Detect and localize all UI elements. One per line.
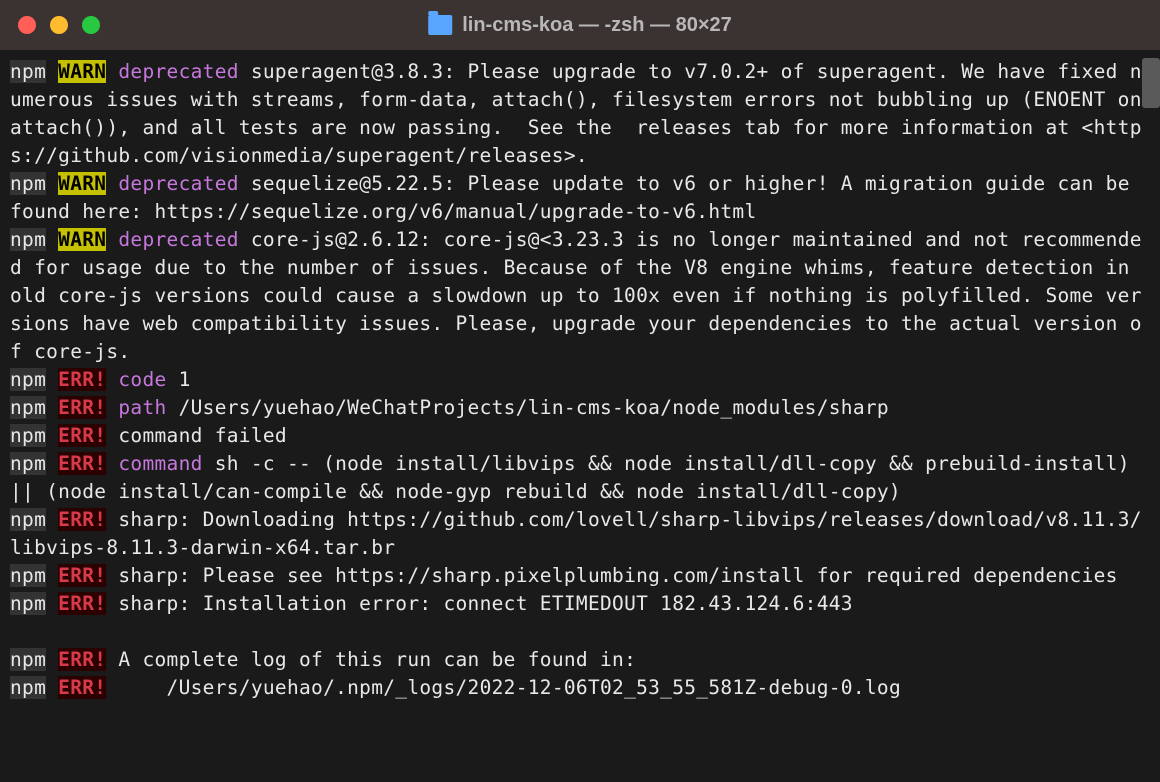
err-badge: ERR! <box>58 564 106 587</box>
warn-badge: WARN <box>58 228 106 251</box>
window-title: lin-cms-koa — -zsh — 80×27 <box>462 14 732 37</box>
log-text: sharp: Installation error: connect ETIME… <box>106 592 852 615</box>
terminal-line: npm ERR! command sh -c -- (node install/… <box>10 450 1150 506</box>
warn-badge: WARN <box>58 60 106 83</box>
minimize-button[interactable] <box>50 16 68 34</box>
err-badge: ERR! <box>58 508 106 531</box>
command-label: command <box>118 452 202 475</box>
log-text: A complete log of this run can be found … <box>106 648 636 671</box>
deprecated-label: deprecated <box>118 228 238 251</box>
terminal-line: npm WARN deprecated sequelize@5.22.5: Pl… <box>10 170 1150 226</box>
terminal-line: npm ERR! path /Users/yuehao/WeChatProjec… <box>10 394 1150 422</box>
npm-badge: npm <box>10 172 46 195</box>
terminal-line <box>10 618 1150 646</box>
terminal-line: npm WARN deprecated core-js@2.6.12: core… <box>10 226 1150 366</box>
npm-badge: npm <box>10 648 46 671</box>
npm-badge: npm <box>10 60 46 83</box>
npm-badge: npm <box>10 676 46 699</box>
err-badge: ERR! <box>58 676 106 699</box>
terminal-line: npm ERR! command failed <box>10 422 1150 450</box>
npm-badge: npm <box>10 368 46 391</box>
npm-badge: npm <box>10 424 46 447</box>
log-text: sharp: Downloading https://github.com/lo… <box>10 508 1142 559</box>
terminal-line: npm ERR! sharp: Please see https://sharp… <box>10 562 1150 590</box>
log-text: /Users/yuehao/.npm/_logs/2022-12-06T02_5… <box>106 676 901 699</box>
folder-icon <box>428 15 452 35</box>
npm-badge: npm <box>10 592 46 615</box>
deprecated-label: deprecated <box>118 172 238 195</box>
terminal-line: npm WARN deprecated superagent@3.8.3: Pl… <box>10 58 1150 170</box>
terminal-line: npm ERR! sharp: Installation error: conn… <box>10 590 1150 618</box>
terminal-line: npm ERR! code 1 <box>10 366 1150 394</box>
npm-badge: npm <box>10 452 46 475</box>
scrollbar[interactable] <box>1142 58 1160 108</box>
err-badge: ERR! <box>58 396 106 419</box>
terminal-line: npm ERR! A complete log of this run can … <box>10 646 1150 674</box>
close-button[interactable] <box>18 16 36 34</box>
log-text: 1 <box>167 368 191 391</box>
window-title-area: lin-cms-koa — -zsh — 80×27 <box>428 14 732 37</box>
log-text: /Users/yuehao/WeChatProjects/lin-cms-koa… <box>167 396 889 419</box>
titlebar: lin-cms-koa — -zsh — 80×27 <box>0 0 1160 50</box>
err-badge: ERR! <box>58 368 106 391</box>
err-badge: ERR! <box>58 648 106 671</box>
warn-badge: WARN <box>58 172 106 195</box>
terminal-line: npm ERR! sharp: Downloading https://gith… <box>10 506 1150 562</box>
npm-badge: npm <box>10 564 46 587</box>
err-badge: ERR! <box>58 592 106 615</box>
traffic-lights <box>18 16 100 34</box>
terminal-content[interactable]: npm WARN deprecated superagent@3.8.3: Pl… <box>0 50 1160 782</box>
log-text: command failed <box>106 424 287 447</box>
path-label: path <box>118 396 166 419</box>
terminal-line: npm ERR! /Users/yuehao/.npm/_logs/2022-1… <box>10 674 1150 702</box>
err-badge: ERR! <box>58 452 106 475</box>
log-text: sharp: Please see https://sharp.pixelplu… <box>106 564 1117 587</box>
npm-badge: npm <box>10 396 46 419</box>
maximize-button[interactable] <box>82 16 100 34</box>
deprecated-label: deprecated <box>118 60 238 83</box>
err-badge: ERR! <box>58 424 106 447</box>
code-label: code <box>118 368 166 391</box>
npm-badge: npm <box>10 228 46 251</box>
npm-badge: npm <box>10 508 46 531</box>
